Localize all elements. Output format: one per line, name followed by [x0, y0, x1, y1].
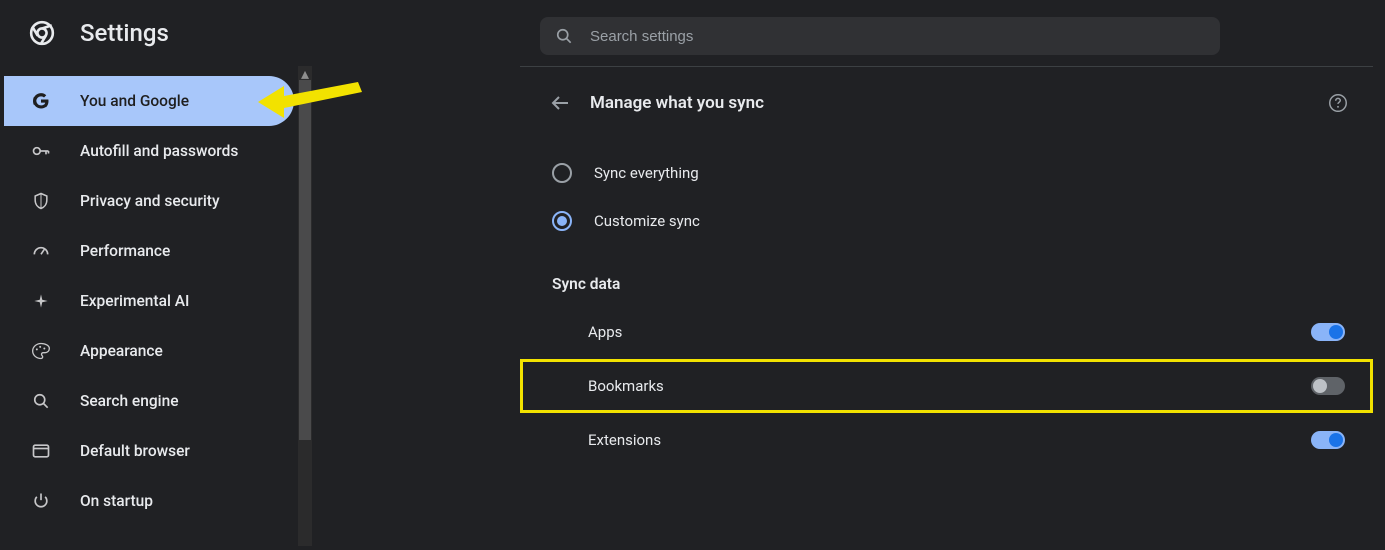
- settings-content: Manage what you sync Sync everything Cus…: [520, 66, 1373, 550]
- magnifier-icon: [30, 390, 52, 412]
- sidebar-item-appearance[interactable]: Appearance: [4, 326, 294, 376]
- sidebar-item-performance[interactable]: Performance: [4, 226, 294, 276]
- search-input[interactable]: [590, 28, 1206, 45]
- search-icon: [554, 26, 574, 46]
- sidebar-item-label: Privacy and security: [80, 192, 220, 210]
- radio-icon: [552, 163, 572, 183]
- sync-mode-radio-group: Sync everything Customize sync: [520, 139, 1373, 245]
- scroll-thumb[interactable]: [299, 80, 311, 440]
- power-icon: [30, 490, 52, 512]
- radio-icon: [552, 211, 572, 231]
- sidebar-item-you-and-google[interactable]: You and Google: [4, 76, 294, 126]
- radio-label: Customize sync: [594, 212, 700, 230]
- sidebar-item-autofill[interactable]: Autofill and passwords: [4, 126, 294, 176]
- sidebar-item-label: You and Google: [80, 92, 189, 110]
- sparkle-icon: [30, 290, 52, 312]
- sync-item-label: Bookmarks: [588, 377, 664, 395]
- page-title: Settings: [80, 19, 169, 47]
- key-icon: [30, 140, 52, 162]
- content-title: Manage what you sync: [590, 93, 764, 113]
- sidebar-item-on-startup[interactable]: On startup: [4, 476, 294, 526]
- sync-data-section-title: Sync data: [520, 245, 1373, 305]
- sidebar-item-label: Search engine: [80, 392, 179, 410]
- sidebar-item-label: Performance: [80, 242, 170, 260]
- sidebar-item-label: Experimental AI: [80, 292, 189, 310]
- sync-row-apps: Apps: [520, 305, 1373, 359]
- scroll-up-icon[interactable]: ▴: [298, 66, 312, 80]
- sidebar-item-label: Appearance: [80, 342, 163, 360]
- sync-item-label: Apps: [588, 323, 622, 341]
- app-header: Settings: [0, 0, 1385, 66]
- sidebar-item-search-engine[interactable]: Search engine: [4, 376, 294, 426]
- settings-sidebar: You and Google Autofill and passwords Pr…: [4, 76, 294, 526]
- palette-icon: [30, 340, 52, 362]
- search-settings-field[interactable]: [540, 17, 1220, 55]
- sidebar-item-experimental-ai[interactable]: Experimental AI: [4, 276, 294, 326]
- back-arrow-icon[interactable]: [548, 91, 572, 115]
- google-g-icon: [30, 90, 52, 112]
- sidebar-item-default-browser[interactable]: Default browser: [4, 426, 294, 476]
- sidebar-item-label: Default browser: [80, 442, 190, 460]
- help-icon[interactable]: [1327, 92, 1349, 114]
- chrome-logo-icon: [28, 19, 56, 47]
- radio-sync-everything[interactable]: Sync everything: [520, 149, 1373, 197]
- browser-icon: [30, 440, 52, 462]
- sidebar-item-privacy[interactable]: Privacy and security: [4, 176, 294, 226]
- radio-customize-sync[interactable]: Customize sync: [520, 197, 1373, 245]
- toggle-apps[interactable]: [1311, 323, 1345, 341]
- sidebar-item-label: On startup: [80, 492, 153, 510]
- toggle-extensions[interactable]: [1311, 431, 1345, 449]
- sidebar-scrollbar[interactable]: ▴: [298, 66, 312, 546]
- content-header: Manage what you sync: [520, 67, 1373, 139]
- radio-label: Sync everything: [594, 164, 699, 182]
- toggle-bookmarks[interactable]: [1311, 377, 1345, 395]
- sync-row-extensions: Extensions: [520, 413, 1373, 467]
- sync-row-bookmarks: Bookmarks: [520, 359, 1373, 413]
- sidebar-item-label: Autofill and passwords: [80, 142, 238, 160]
- shield-icon: [30, 190, 52, 212]
- sync-item-label: Extensions: [588, 431, 661, 449]
- speedometer-icon: [30, 240, 52, 262]
